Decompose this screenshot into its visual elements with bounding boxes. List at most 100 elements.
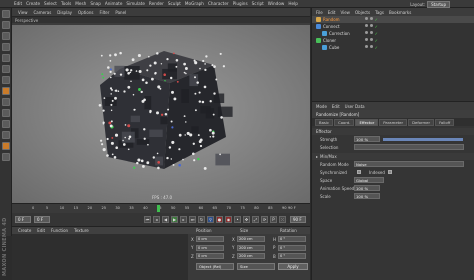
- tab-effector[interactable]: Effector: [355, 118, 379, 126]
- menu-sculpt[interactable]: Sculpt: [168, 1, 181, 6]
- material-menu-create[interactable]: Create: [18, 228, 31, 233]
- enabled-check-icon[interactable]: ✓: [375, 17, 378, 22]
- viewport-menu-view[interactable]: View: [18, 10, 28, 15]
- tab-basic[interactable]: Basic: [315, 118, 334, 126]
- menu-render[interactable]: Render: [149, 1, 164, 6]
- menu-simulate[interactable]: Simulate: [126, 1, 145, 6]
- strength-field[interactable]: 100 %: [354, 136, 380, 142]
- position-x-field[interactable]: 0 cm: [196, 236, 224, 242]
- polygons-mode-icon[interactable]: [1, 76, 10, 84]
- render-visibility-dot-icon[interactable]: [369, 31, 373, 34]
- play-icon[interactable]: ▶: [171, 216, 178, 223]
- perspective-viewport[interactable]: FPS : 47.0: [12, 25, 310, 203]
- apply-button[interactable]: Apply: [278, 262, 308, 270]
- enabled-check-icon[interactable]: ✓: [375, 38, 378, 43]
- objects-menu-objects[interactable]: Objects: [355, 10, 370, 15]
- layout-dropdown[interactable]: Startup: [427, 1, 450, 8]
- objects-menu-bookmarks[interactable]: Bookmarks: [389, 10, 411, 15]
- layout-selector[interactable]: Layout: Startup: [410, 1, 450, 8]
- position-z-field[interactable]: 0 cm: [196, 253, 224, 259]
- go-to-end-icon[interactable]: ⏭: [189, 216, 196, 223]
- rotation-z-field[interactable]: 0 °: [278, 253, 306, 259]
- size-x-field[interactable]: 200 cm: [237, 236, 265, 242]
- menu-character[interactable]: Character: [208, 1, 229, 6]
- viewport-menu-options[interactable]: Options: [78, 10, 93, 15]
- selection-field[interactable]: [354, 144, 464, 150]
- viewport-solo-icon[interactable]: [1, 153, 10, 161]
- material-area[interactable]: [12, 234, 188, 280]
- size-y-field[interactable]: 200 cm: [237, 244, 265, 251]
- menu-window[interactable]: Window: [268, 1, 285, 6]
- editor-visibility-dot-icon[interactable]: [364, 31, 368, 34]
- tab-parameter[interactable]: Parameter: [379, 118, 408, 126]
- viewport-menu-display[interactable]: Display: [57, 10, 72, 15]
- rotation-y-field[interactable]: 0 °: [278, 244, 306, 251]
- solo-icon[interactable]: [1, 142, 10, 150]
- planar-workplane-icon[interactable]: [1, 131, 10, 139]
- space-dropdown[interactable]: Global: [354, 177, 384, 183]
- timeline-playhead[interactable]: [157, 205, 160, 212]
- strength-slider[interactable]: [383, 137, 463, 141]
- go-to-start-icon[interactable]: ⏮: [144, 216, 151, 223]
- visibility-toggle[interactable]: ✓: [364, 31, 378, 36]
- make-editable-icon[interactable]: [1, 10, 10, 18]
- menu-script[interactable]: Script: [252, 1, 264, 6]
- render-visibility-dot-icon[interactable]: [369, 38, 373, 41]
- menu-tools[interactable]: Tools: [61, 1, 71, 6]
- visibility-toggle[interactable]: ✓: [364, 24, 378, 29]
- tweak-mode-icon[interactable]: [1, 98, 10, 106]
- tab-deformer[interactable]: Deformer: [408, 118, 435, 126]
- menu-plugins[interactable]: Plugins: [233, 1, 248, 6]
- loop-icon[interactable]: ↻: [198, 216, 205, 223]
- autokey-icon[interactable]: ◉: [225, 216, 232, 223]
- visibility-toggle[interactable]: ✓: [364, 38, 378, 43]
- object-row-connect[interactable]: Connect ✓: [312, 23, 474, 30]
- record-icon[interactable]: ●: [216, 216, 223, 223]
- tab-coord[interactable]: Coord.: [334, 118, 355, 126]
- menu-select[interactable]: Select: [44, 1, 57, 6]
- min-frame-field[interactable]: 0 F: [34, 216, 50, 223]
- minmax-section[interactable]: ▸ Min/Max: [312, 153, 474, 160]
- editor-visibility-dot-icon[interactable]: [364, 24, 368, 27]
- size-mode-dropdown[interactable]: Size: [237, 262, 275, 270]
- objects-menu-edit[interactable]: Edit: [328, 10, 336, 15]
- menu-create[interactable]: Create: [26, 1, 40, 6]
- menu-mesh[interactable]: Mesh: [75, 1, 86, 6]
- points-mode-icon[interactable]: [1, 54, 10, 62]
- coord-mode-dropdown[interactable]: Object (Rel): [196, 262, 234, 270]
- enabled-check-icon[interactable]: ✓: [375, 45, 378, 50]
- viewport-menu-panel[interactable]: Panel: [115, 10, 126, 15]
- material-menu-texture[interactable]: Texture: [74, 228, 89, 233]
- menu-mograph[interactable]: MoGraph: [185, 1, 204, 6]
- workplane-icon[interactable]: [1, 43, 10, 51]
- sync-checkbox[interactable]: [357, 170, 361, 174]
- viewport-menu-filter[interactable]: Filter: [99, 10, 109, 15]
- editor-visibility-dot-icon[interactable]: [364, 17, 368, 20]
- attr-menu-user-data[interactable]: User Data: [345, 104, 365, 109]
- move-key-icon[interactable]: ✥: [243, 216, 250, 223]
- object-row-cloner[interactable]: Cloner ✓: [312, 37, 474, 44]
- enable-axis-icon[interactable]: [1, 87, 10, 95]
- visibility-toggle[interactable]: ✓: [364, 45, 378, 50]
- menu-edit[interactable]: Edit: [14, 1, 22, 6]
- render-visibility-dot-icon[interactable]: [369, 17, 373, 20]
- pla-key-icon[interactable]: ⁙: [279, 216, 286, 223]
- position-y-field[interactable]: 0 cm: [196, 244, 224, 251]
- texture-mode-icon[interactable]: [1, 32, 10, 40]
- anim-speed-field[interactable]: 100 %: [354, 185, 380, 191]
- indexed-checkbox[interactable]: [387, 170, 392, 174]
- timeline-ruler[interactable]: 051015202530354045505560657075808590 90 …: [12, 203, 310, 213]
- menu-snap[interactable]: Snap: [90, 1, 101, 6]
- editor-visibility-dot-icon[interactable]: [364, 38, 368, 41]
- param-key-icon[interactable]: P: [270, 216, 277, 223]
- visibility-toggle[interactable]: ✓: [364, 17, 378, 22]
- random-mode-dropdown[interactable]: Noise: [354, 161, 464, 167]
- next-key-icon[interactable]: ▸: [180, 216, 187, 223]
- objects-menu-view[interactable]: View: [340, 10, 350, 15]
- attr-menu-mode[interactable]: Mode: [316, 104, 327, 109]
- current-frame-field[interactable]: 0 F: [15, 216, 31, 223]
- object-row-correction[interactable]: Correction ✓: [312, 30, 474, 37]
- material-menu-edit[interactable]: Edit: [37, 228, 45, 233]
- menu-animate[interactable]: Animate: [105, 1, 123, 6]
- object-row-random[interactable]: Random ✓: [312, 16, 474, 23]
